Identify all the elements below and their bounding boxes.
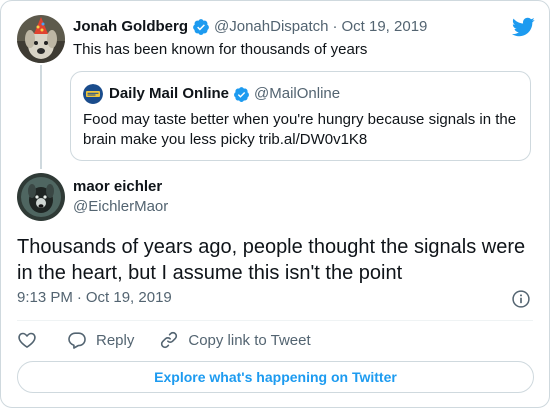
quoted-author-avatar[interactable] [83, 84, 103, 104]
quoted-tweet-text: Food may taste better when you're hungry… [83, 111, 517, 148]
embedded-tweet-card: Jonah Goldberg @JonahDispatch · Oct 19, … [0, 0, 550, 408]
tweet-timestamp[interactable]: 9:13 PM · Oct 19, 2019 [17, 288, 172, 308]
parent-author-avatar[interactable] [17, 15, 65, 63]
main-author-avatar[interactable] [17, 173, 65, 221]
reply-button[interactable]: Reply [67, 330, 134, 350]
parent-tweet-header: Jonah Goldberg @JonahDispatch · Oct 19, … [73, 17, 427, 37]
main-author-name[interactable]: maor eichler [73, 177, 162, 197]
verified-badge-icon [193, 19, 209, 35]
parent-author-handle[interactable]: @JonahDispatch [214, 17, 328, 37]
like-button[interactable] [17, 330, 37, 350]
link-icon [161, 331, 178, 349]
copy-link-label: Copy link to Tweet [188, 331, 311, 349]
quoted-author-handle[interactable]: @MailOnline [254, 84, 340, 104]
quoted-tweet-header: Daily Mail Online @MailOnline [109, 84, 340, 104]
reply-label: Reply [96, 331, 135, 349]
separator-dot: · [76, 289, 82, 306]
tweet-time: 9:13 PM [17, 289, 73, 306]
separator-dot: · [332, 18, 338, 35]
divider [17, 320, 533, 321]
heart-icon [18, 332, 36, 348]
tweet-actions: Reply Copy link to Tweet [17, 329, 311, 351]
verified-badge-icon [234, 86, 249, 102]
thread-connector-line [40, 65, 42, 169]
parent-tweet-date[interactable]: Oct 19, 2019 [341, 17, 427, 37]
twitter-bird-icon[interactable] [511, 15, 535, 39]
main-author-handle[interactable]: @EichlerMaor [73, 197, 168, 217]
parent-author-name[interactable]: Jonah Goldberg [73, 17, 188, 37]
reply-icon [68, 332, 86, 349]
explore-twitter-button[interactable]: Explore what's happening on Twitter [17, 361, 534, 393]
quoted-author-name[interactable]: Daily Mail Online [109, 84, 229, 104]
parent-tweet-text: This has been known for thousands of yea… [73, 41, 368, 58]
info-icon[interactable] [511, 289, 531, 309]
tweet-date: Oct 19, 2019 [85, 289, 172, 306]
quoted-tweet[interactable]: Daily Mail Online @MailOnline Food may t… [70, 71, 531, 161]
copy-link-button[interactable]: Copy link to Tweet [159, 330, 311, 350]
main-tweet-text: Thousands of years ago, people thought t… [17, 236, 526, 284]
